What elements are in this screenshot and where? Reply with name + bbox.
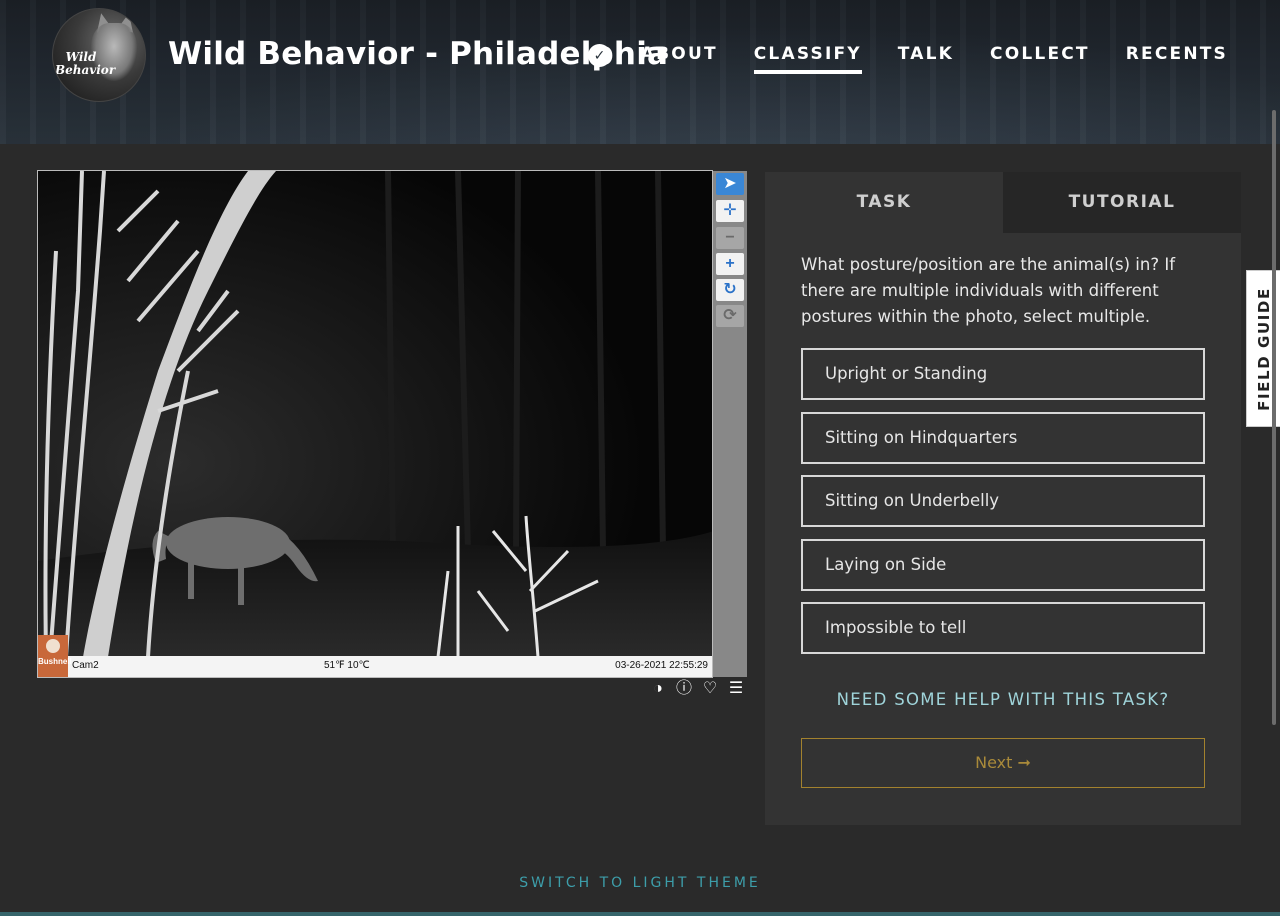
camera-temperature: 51℉ 10℃: [324, 660, 370, 671]
nav-collect[interactable]: COLLECT: [990, 44, 1090, 74]
switch-theme-link[interactable]: SWITCH TO LIGHT THEME: [0, 875, 1280, 891]
camera-brand-logo: Bushnell: [38, 635, 72, 677]
rotate-icon[interactable]: ↻: [716, 279, 744, 301]
zoom-out-icon[interactable]: −: [716, 227, 744, 249]
nav-talk[interactable]: TALK: [898, 44, 954, 74]
tab-tutorial[interactable]: TUTORIAL: [1003, 172, 1241, 233]
trail-camera-photo: [38, 171, 712, 657]
project-avatar[interactable]: Wild Behavior: [52, 8, 146, 102]
task-tabs: TASK TUTORIAL: [765, 172, 1241, 233]
project-header: Wild Behavior Wild Behavior - Philadelph…: [0, 0, 1280, 144]
zoom-in-icon[interactable]: +: [716, 253, 744, 275]
camera-info-strip: Bushnell Cam2 51℉ 10℃ 03-26-2021 22:55:2…: [38, 635, 712, 677]
answer-upright-standing[interactable]: Upright or Standing: [801, 348, 1205, 400]
footer-bar: [0, 912, 1280, 916]
nav-classify[interactable]: CLASSIFY: [753, 44, 862, 74]
tab-task[interactable]: TASK: [765, 172, 1003, 233]
collect-icon[interactable]: ☰: [726, 680, 746, 698]
next-button[interactable]: Next ➞: [801, 738, 1205, 788]
answer-sitting-underbelly[interactable]: Sitting on Underbelly: [801, 475, 1205, 527]
subject-meta-tools: ◑ ⓘ ♡ ☰: [648, 680, 746, 698]
task-panel: TASK TUTORIAL What posture/position are …: [765, 172, 1241, 825]
field-guide-label: FIELD GUIDE: [1254, 286, 1273, 411]
move-icon[interactable]: ✛: [716, 200, 744, 222]
reset-icon[interactable]: ⟳: [716, 305, 744, 327]
logo-text: Wild Behavior: [55, 50, 116, 77]
info-icon[interactable]: ⓘ: [674, 680, 694, 698]
camera-name: Cam2: [72, 660, 99, 671]
task-help-link[interactable]: NEED SOME HELP WITH THIS TASK?: [765, 690, 1241, 709]
favorite-icon[interactable]: ♡: [700, 680, 720, 698]
pointer-icon[interactable]: ➤: [716, 173, 744, 195]
invert-icon[interactable]: ◑: [648, 680, 668, 698]
answer-sitting-hindquarters[interactable]: Sitting on Hindquarters: [801, 412, 1205, 464]
page-scrollbar[interactable]: [1272, 110, 1276, 725]
subject-image[interactable]: Bushnell Cam2 51℉ 10℃ 03-26-2021 22:55:2…: [37, 170, 713, 678]
image-toolbar: ➤ ✛ − + ↻ ⟳: [713, 171, 747, 677]
nav-about[interactable]: ABOUT: [641, 44, 718, 74]
camera-timestamp: 03-26-2021 22:55:29: [615, 660, 708, 671]
nav-recents[interactable]: RECENTS: [1126, 44, 1228, 74]
answer-impossible[interactable]: Impossible to tell: [801, 602, 1205, 654]
answer-laying-side[interactable]: Laying on Side: [801, 539, 1205, 591]
task-question: What posture/position are the animal(s) …: [801, 255, 1176, 326]
project-nav: ABOUT CLASSIFY TALK COLLECT RECENTS: [605, 44, 1228, 74]
